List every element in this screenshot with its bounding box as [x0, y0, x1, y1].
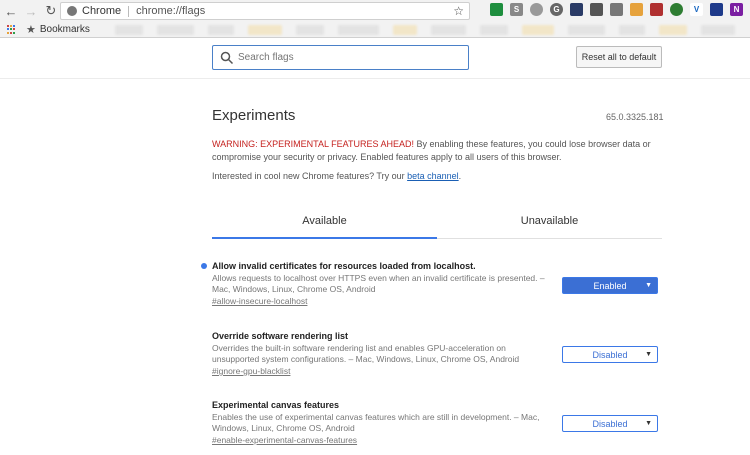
flag-link[interactable]: #allow-insecure-localhost	[212, 296, 662, 306]
chart-extension-icon[interactable]	[630, 3, 643, 16]
reload-icon[interactable]: ↻	[42, 2, 60, 20]
reset-all-button[interactable]: Reset all to default	[576, 46, 662, 68]
flag-state-value: Disabled	[592, 349, 628, 360]
flag-title: Allow invalid certificates for resources…	[212, 261, 476, 271]
flags-page: Reset all to default Experiments 65.0.33…	[0, 39, 750, 455]
flag-item: Override software rendering list Overrid…	[212, 331, 662, 376]
flag-state-value: Enabled	[593, 280, 627, 291]
warning-heading: WARNING: EXPERIMENTAL FEATURES AHEAD!	[212, 139, 415, 149]
dropdown-arrow-icon: ▼	[645, 351, 652, 358]
warning-message: WARNING: EXPERIMENTAL FEATURES AHEAD! By…	[212, 138, 652, 164]
interest-end: .	[458, 171, 462, 181]
dropdown-arrow-icon: ▼	[645, 282, 652, 289]
address-separator	[128, 5, 130, 17]
address-bar[interactable]: Chrome chrome://flags ☆	[60, 2, 470, 20]
search-box[interactable]	[212, 45, 469, 70]
flag-link[interactable]: #ignore-gpu-blacklist	[212, 366, 662, 376]
flag-state-select[interactable]: Enabled ▼	[562, 277, 658, 294]
browser-toolbar: ← → ↻ Chrome chrome://flags ☆ S G V N	[0, 0, 750, 22]
dropdown-arrow-icon: ▼	[645, 420, 652, 427]
site-info-icon[interactable]	[67, 6, 77, 16]
note-extension-icon[interactable]: N	[730, 3, 743, 16]
modified-indicator	[201, 263, 207, 269]
version-text: 65.0.3325.181	[606, 112, 664, 122]
flag-description: Enables the use of experimental canvas f…	[212, 412, 540, 433]
check-extension-icon[interactable]	[650, 3, 663, 16]
tab-bar: Available Unavailable	[212, 207, 662, 239]
clock-extension-icon[interactable]	[530, 3, 543, 16]
blurred-bookmarks	[115, 25, 735, 35]
search-input[interactable]	[238, 52, 458, 63]
forward-icon[interactable]: →	[22, 2, 40, 20]
v-extension-icon[interactable]: V	[690, 3, 703, 16]
url-text[interactable]: chrome://flags	[136, 5, 205, 17]
bookmarks-star-icon: ★	[26, 24, 36, 36]
flag-title: Experimental canvas features	[212, 400, 340, 410]
bookmarks-label[interactable]: Bookmarks	[40, 24, 90, 35]
camera-extension-icon[interactable]	[610, 3, 623, 16]
site-name: Chrome	[82, 5, 122, 17]
flag-description: Overrides the built-in software renderin…	[212, 343, 520, 364]
s-extension-icon[interactable]: S	[510, 3, 523, 16]
page-title: Experiments	[212, 107, 296, 124]
interest-message: Interested in cool new Chrome features? …	[212, 171, 461, 181]
drive-extension-icon[interactable]	[490, 3, 503, 16]
flag-state-select[interactable]: Disabled ▼	[562, 346, 658, 363]
flag-title: Override software rendering list	[212, 331, 349, 341]
flag-link[interactable]: #enable-experimental-canvas-features	[212, 435, 662, 445]
g-extension-icon[interactable]: G	[550, 3, 563, 16]
flag-state-value: Disabled	[592, 418, 628, 429]
interest-text: Interested in cool new Chrome features? …	[212, 171, 408, 181]
search-icon	[220, 51, 234, 64]
doc-extension-icon[interactable]	[710, 3, 723, 16]
beta-channel-link[interactable]: beta channel	[407, 171, 459, 181]
star-icon[interactable]: ☆	[453, 4, 464, 18]
bookmarks-bar: ★ Bookmarks	[0, 22, 750, 38]
flag-description: Allows requests to localhost over HTTPS …	[212, 273, 545, 294]
ub-extension-icon[interactable]	[670, 3, 683, 16]
lock-extension-icon[interactable]	[590, 3, 603, 16]
flag-state-select[interactable]: Disabled ▼	[562, 415, 658, 432]
flag-item: Experimental canvas features Enables the…	[212, 400, 662, 445]
back-icon[interactable]: ←	[2, 2, 20, 20]
flag-item: Allow invalid certificates for resources…	[201, 261, 662, 306]
flags-header: Reset all to default	[0, 39, 750, 79]
apps-icon[interactable]	[7, 24, 17, 35]
extension-icons: S G V N	[490, 3, 743, 16]
tab-unavailable[interactable]: Unavailable	[437, 207, 662, 239]
shield-extension-icon[interactable]	[570, 3, 583, 16]
tab-available[interactable]: Available	[212, 207, 437, 239]
